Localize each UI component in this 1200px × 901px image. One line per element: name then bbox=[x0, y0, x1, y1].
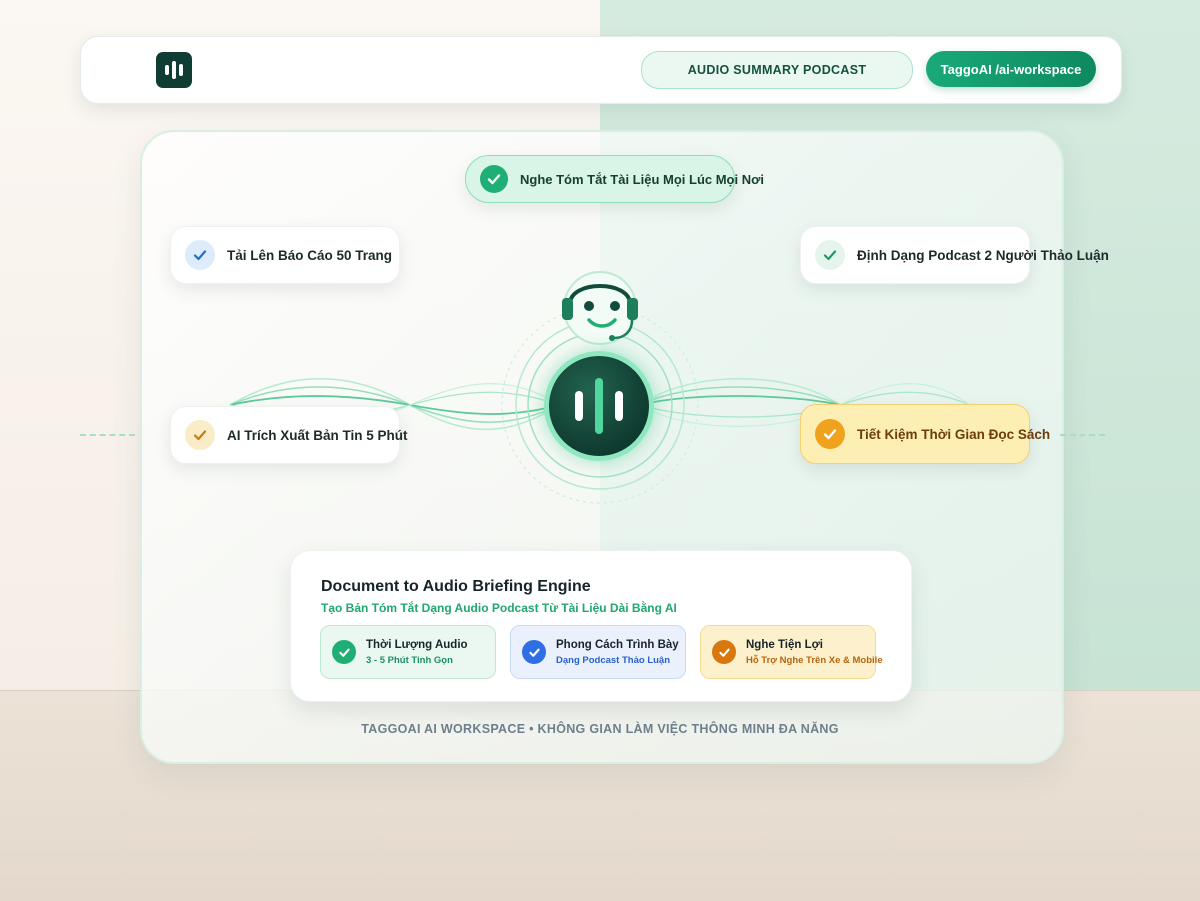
workspace-button[interactable]: TaggoAI /ai-workspace bbox=[926, 51, 1096, 87]
chip-save-time: Tiết Kiệm Thời Gian Đọc Sách bbox=[800, 404, 1050, 464]
feature-convenience: Nghe Tiện Lợi Hỗ Trợ Nghe Trên Xe & Mobi… bbox=[700, 625, 883, 679]
feature-title: Nghe Tiện Lợi bbox=[746, 638, 823, 651]
check-icon bbox=[815, 240, 845, 270]
chip-label: Tiết Kiệm Thời Gian Đọc Sách bbox=[857, 426, 1051, 442]
engine-card: Document to Audio Briefing Engine Tạo Bả… bbox=[290, 550, 912, 702]
check-icon bbox=[522, 640, 546, 664]
audio-summary-pill[interactable]: AUDIO SUMMARY PODCAST bbox=[641, 51, 913, 89]
feature-subtitle: Hỗ Trợ Nghe Trên Xe & Mobile bbox=[746, 654, 883, 666]
engine-subtitle: Tạo Bản Tóm Tắt Dạng Audio Podcast Từ Tà… bbox=[321, 601, 677, 615]
feature-subtitle: 3 - 5 Phút Tinh Gọn bbox=[366, 654, 453, 666]
top-bar: AUDIO SUMMARY PODCAST TaggoAI /ai-worksp… bbox=[80, 36, 1122, 104]
chip-upload-report: Tải Lên Báo Cáo 50 Trang bbox=[170, 226, 400, 284]
chip-label: Định Dạng Podcast 2 Người Thảo Luận bbox=[857, 247, 1109, 263]
check-icon bbox=[185, 240, 215, 270]
engine-title: Document to Audio Briefing Engine bbox=[321, 578, 591, 595]
footer-tagline: TAGGOAI AI WORKSPACE • KHÔNG GIAN LÀM VI… bbox=[361, 722, 839, 736]
check-icon bbox=[332, 640, 356, 664]
chip-label: Nghe Tóm Tắt Tài Liệu Mọi Lúc Mọi Nơi bbox=[520, 171, 764, 187]
feature-style: Phong Cách Trình Bày Dạng Podcast Thảo L… bbox=[510, 625, 686, 679]
feature-title: Thời Lượng Audio bbox=[366, 638, 468, 651]
check-icon bbox=[185, 420, 215, 450]
logo-waveform-icon[interactable] bbox=[156, 52, 192, 88]
chip-ai-extract: AI Trích Xuất Bản Tin 5 Phút bbox=[170, 406, 408, 464]
feature-title: Phong Cách Trình Bày bbox=[556, 638, 679, 651]
dashed-connector-left bbox=[80, 434, 135, 436]
check-icon bbox=[815, 419, 845, 449]
feature-duration: Thời Lượng Audio 3 - 5 Phút Tinh Gọn bbox=[320, 625, 496, 679]
chip-label: AI Trích Xuất Bản Tin 5 Phút bbox=[227, 427, 408, 443]
audio-orb-icon[interactable] bbox=[544, 351, 654, 461]
chip-podcast-format: Định Dạng Podcast 2 Người Thảo Luận bbox=[800, 226, 1109, 284]
check-icon bbox=[480, 165, 508, 193]
check-icon bbox=[712, 640, 736, 664]
feature-subtitle: Dạng Podcast Thảo Luận bbox=[556, 654, 671, 666]
chip-listen-anywhere: Nghe Tóm Tắt Tài Liệu Mọi Lúc Mọi Nơi bbox=[465, 155, 764, 203]
chip-label: Tải Lên Báo Cáo 50 Trang bbox=[227, 247, 393, 263]
robot-headset-icon bbox=[562, 271, 638, 345]
dashed-connector-right bbox=[1060, 434, 1105, 436]
